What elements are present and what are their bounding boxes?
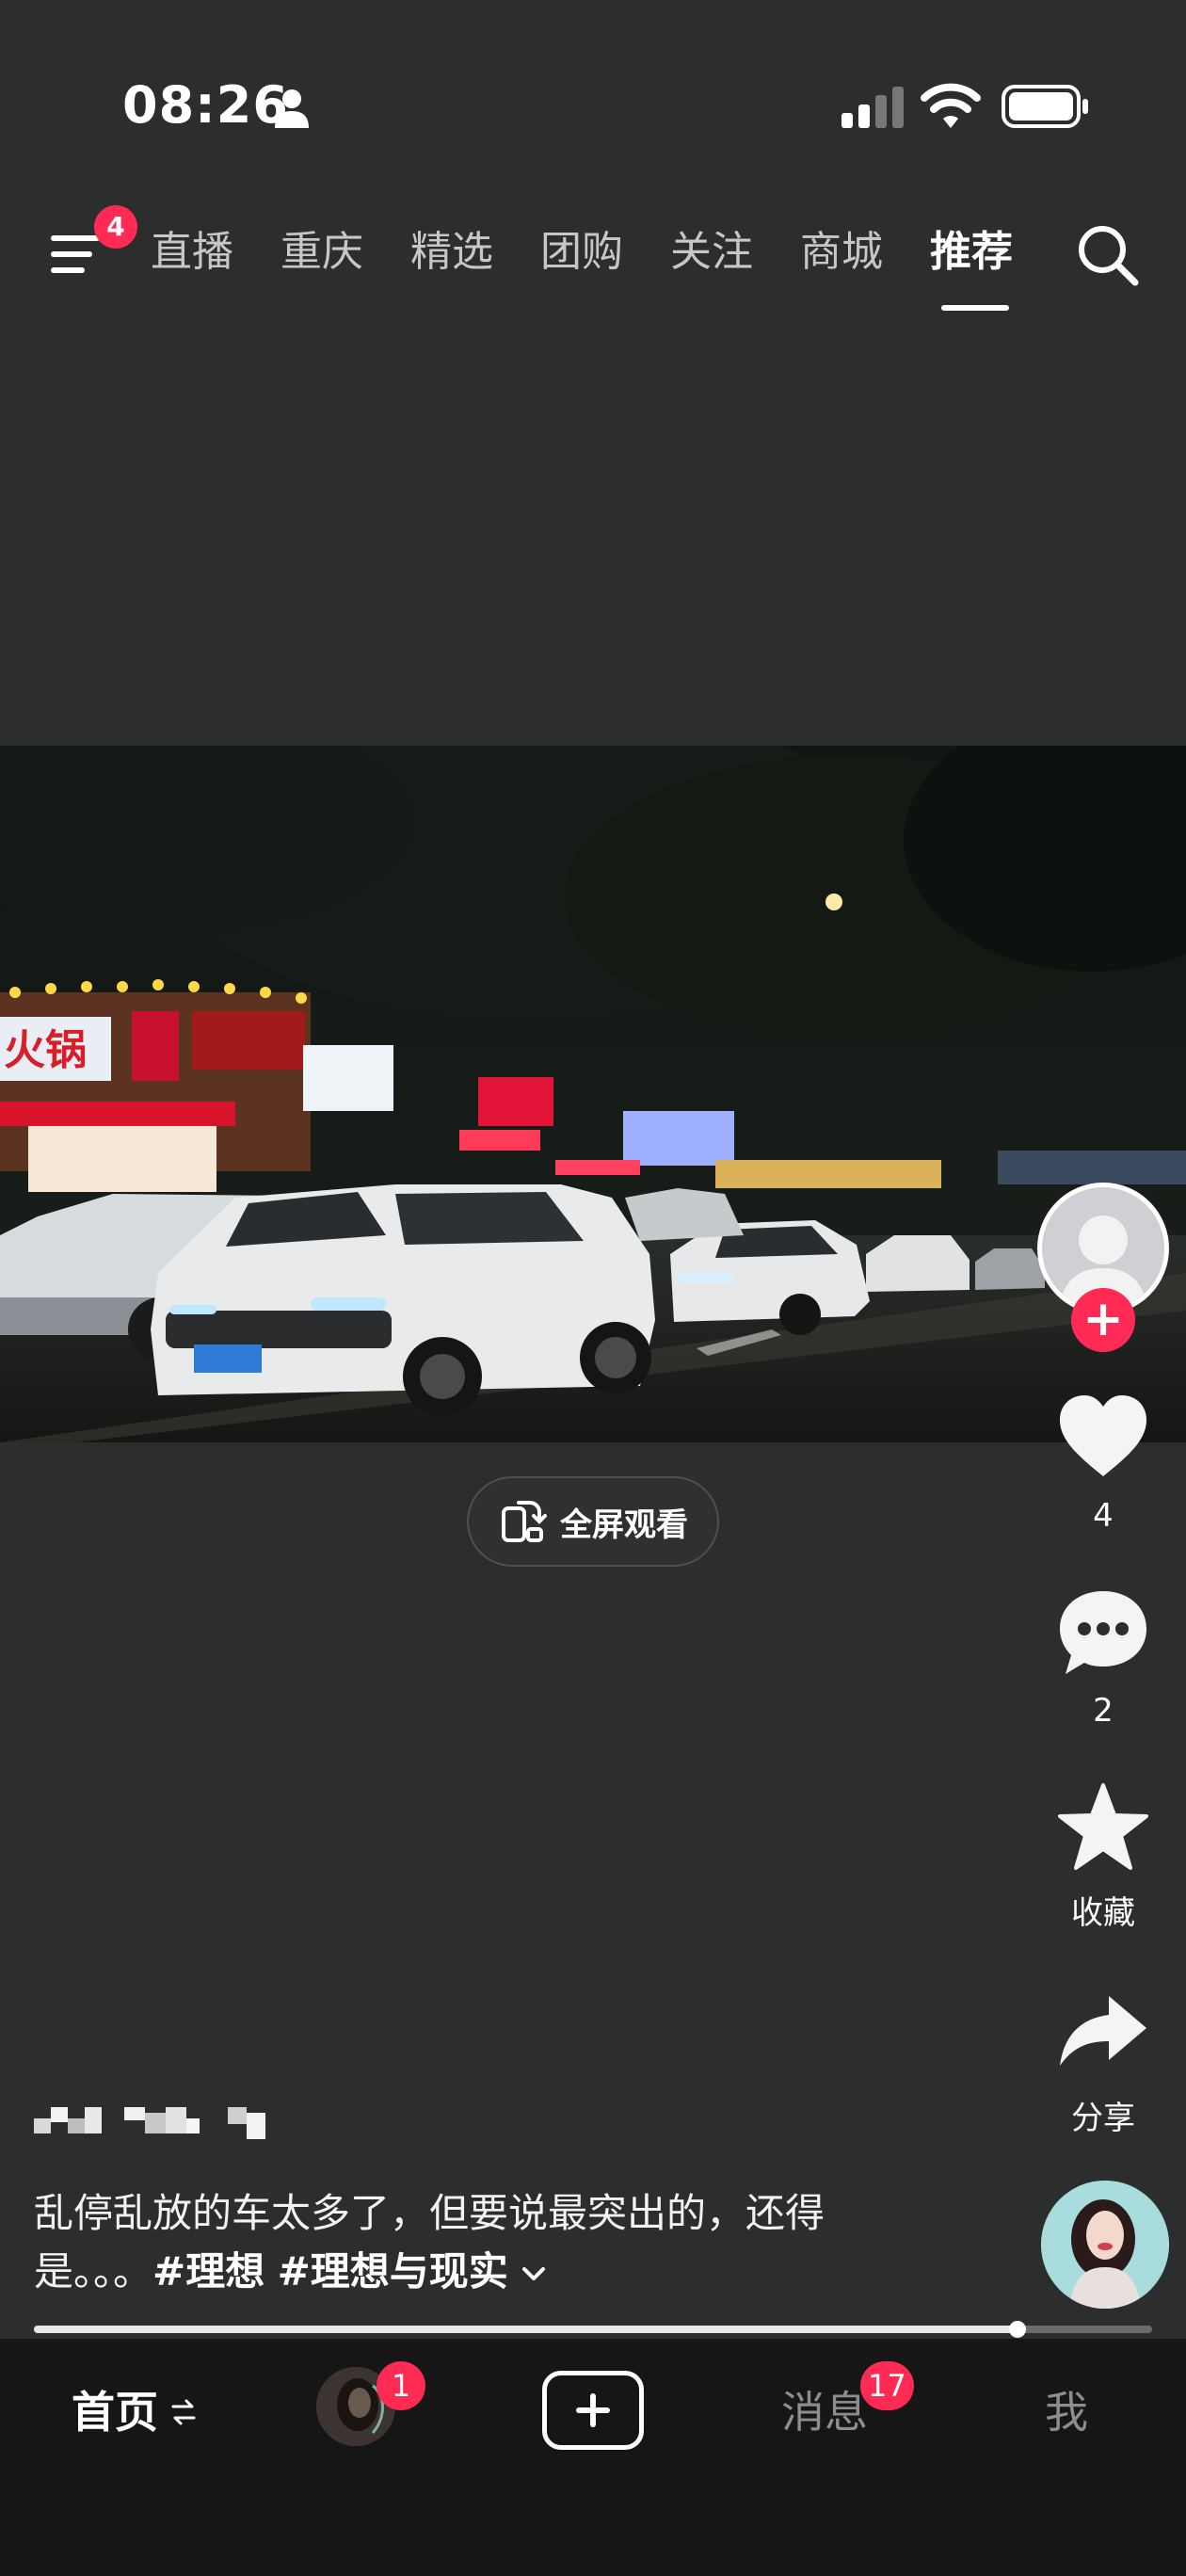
friends-badge: 1	[377, 2361, 425, 2410]
heart-icon[interactable]	[1056, 1392, 1150, 1482]
music-cover-image	[1041, 2181, 1169, 2309]
messages-badge: 17	[860, 2361, 914, 2410]
favorite-label: 收藏	[1071, 1894, 1135, 1932]
hashtag[interactable]: #理想与现实	[278, 2248, 508, 2294]
video-player[interactable]: 火锅	[0, 746, 1186, 1442]
nav-messages[interactable]: 消息	[781, 2382, 868, 2442]
person-icon	[275, 89, 309, 128]
star-icon[interactable]	[1056, 1781, 1150, 1872]
tab-live[interactable]: 直播	[151, 226, 233, 279]
video-scene: 火锅	[0, 746, 1186, 1442]
chevron-down-icon[interactable]	[521, 2265, 547, 2284]
tab-following[interactable]: 关注	[670, 226, 753, 279]
username-redacted[interactable]	[34, 2103, 279, 2149]
hashtag[interactable]: #理想	[152, 2248, 264, 2294]
create-button[interactable]	[542, 2371, 644, 2450]
rotate-screen-icon	[502, 1501, 547, 1542]
tab-featured[interactable]: 精选	[410, 226, 493, 279]
status-time: 08:26	[122, 75, 289, 135]
comment-icon[interactable]	[1056, 1587, 1150, 1678]
tab-chongqing[interactable]: 重庆	[280, 226, 363, 279]
search-icon[interactable]	[1075, 222, 1141, 288]
comment-count: 2	[1093, 1692, 1114, 1730]
music-disc-avatar[interactable]	[1041, 2181, 1169, 2309]
active-tab-indicator	[941, 305, 1009, 311]
storefront-sign: 火锅	[4, 1026, 87, 1074]
fullscreen-button[interactable]: 全屏观看	[467, 1476, 719, 1567]
progress-fill	[34, 2326, 1018, 2333]
like-count: 4	[1093, 1497, 1114, 1535]
menu-badge: 4	[94, 205, 137, 249]
video-caption[interactable]: 乱停乱放的车太多了，但要说最突出的，还得是。。。#理想 #理想与现实	[34, 2184, 881, 2301]
tab-group-buy[interactable]: 团购	[540, 226, 623, 279]
battery-icon	[1002, 85, 1088, 128]
fullscreen-label: 全屏观看	[560, 1505, 688, 1544]
nav-home[interactable]: 首页	[72, 2382, 158, 2442]
share-icon[interactable]	[1056, 1990, 1150, 2081]
tab-recommended[interactable]: 推荐	[930, 226, 1013, 279]
follow-button[interactable]: +	[1071, 1288, 1135, 1352]
share-label: 分享	[1071, 2100, 1135, 2137]
wifi-icon	[921, 83, 981, 128]
plus-icon	[576, 2393, 610, 2427]
nav-me[interactable]: 我	[1045, 2382, 1088, 2442]
signal-icon	[841, 87, 904, 128]
progress-knob[interactable]	[1009, 2321, 1027, 2338]
swap-icon[interactable]	[171, 2397, 196, 2427]
tab-mall[interactable]: 商城	[800, 226, 883, 279]
